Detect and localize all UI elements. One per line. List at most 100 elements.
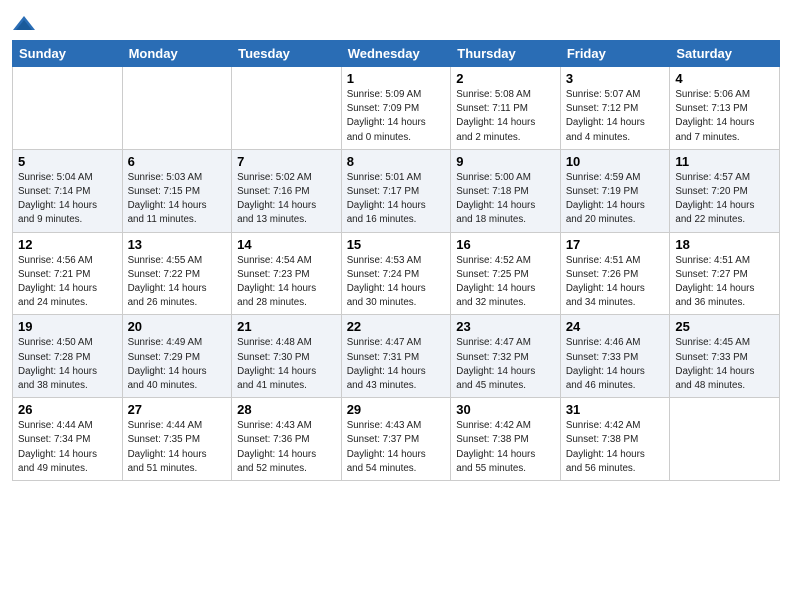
calendar-cell: 14Sunrise: 4:54 AM Sunset: 7:23 PM Dayli…	[232, 232, 342, 315]
day-info: Sunrise: 4:45 AM Sunset: 7:33 PM Dayligh…	[675, 336, 774, 393]
day-info: Sunrise: 5:09 AM Sunset: 7:09 PM Dayligh…	[347, 88, 446, 145]
calendar-cell	[122, 67, 232, 150]
day-number: 11	[675, 154, 774, 169]
calendar-cell: 10 Sunrise: 4:59 AM Sunset: 7:19 PM Dayli…	[560, 149, 670, 232]
day-info: Sunrise: 4:42 AM Sunset: 7:38 PM Dayligh…	[456, 419, 555, 476]
calendar-cell: 23 Sunrise: 4:47 AM Sunset: 7:32 PM Dayli…	[451, 315, 561, 398]
day-number: 23	[456, 319, 555, 334]
day-number: 18	[675, 237, 774, 252]
day-number: 13	[128, 237, 227, 252]
day-info: Sunrise: 4:56 AM Sunset: 7:21 PM Dayligh…	[18, 254, 117, 311]
calendar-cell: 30 Sunrise: 4:42 AM Sunset: 7:38 PM Dayli…	[451, 398, 561, 481]
calendar-week-row: 26 Sunrise: 4:44 AM Sunset: 7:34 PM Dayli…	[13, 398, 780, 481]
day-info: Sunrise: 5:00 AM Sunset: 7:18 PM Dayligh…	[456, 171, 555, 228]
day-number: 10	[566, 154, 665, 169]
calendar-cell: 20Sunrise: 4:49 AM Sunset: 7:29 PM Dayli…	[122, 315, 232, 398]
day-info: Sunrise: 4:47 AM Sunset: 7:31 PM Dayligh…	[347, 336, 446, 393]
day-number: 20	[128, 319, 227, 334]
calendar-cell: 19 Sunrise: 4:50 AM Sunset: 7:28 PM Dayli…	[13, 315, 123, 398]
weekday-header-friday: Friday	[560, 41, 670, 67]
calendar-cell: 5 Sunrise: 5:04 AM Sunset: 7:14 PM Daylig…	[13, 149, 123, 232]
day-number: 30	[456, 402, 555, 417]
day-info: Sunrise: 4:50 AM Sunset: 7:28 PM Dayligh…	[18, 336, 117, 393]
calendar-cell: 12 Sunrise: 4:56 AM Sunset: 7:21 PM Dayli…	[13, 232, 123, 315]
day-info: Sunrise: 4:44 AM Sunset: 7:35 PM Dayligh…	[128, 419, 227, 476]
day-info: Sunrise: 4:43 AM Sunset: 7:36 PM Dayligh…	[237, 419, 336, 476]
day-number: 4	[675, 71, 774, 86]
logo	[12, 10, 36, 32]
calendar-cell: 3 Sunrise: 5:07 AM Sunset: 7:12 PM Daylig…	[560, 67, 670, 150]
day-info: Sunrise: 5:06 AM Sunset: 7:13 PM Dayligh…	[675, 88, 774, 145]
day-number: 5	[18, 154, 117, 169]
day-info: Sunrise: 4:46 AM Sunset: 7:33 PM Dayligh…	[566, 336, 665, 393]
day-info: Sunrise: 4:51 AM Sunset: 7:27 PM Dayligh…	[675, 254, 774, 311]
day-info: Sunrise: 4:52 AM Sunset: 7:25 PM Dayligh…	[456, 254, 555, 311]
day-number: 22	[347, 319, 446, 334]
day-number: 2	[456, 71, 555, 86]
day-number: 26	[18, 402, 117, 417]
day-number: 29	[347, 402, 446, 417]
calendar-cell: 24Sunrise: 4:46 AM Sunset: 7:33 PM Dayli…	[560, 315, 670, 398]
weekday-header-tuesday: Tuesday	[232, 41, 342, 67]
calendar-cell: 28 Sunrise: 4:43 AM Sunset: 7:36 PM Dayli…	[232, 398, 342, 481]
calendar-cell: 29 Sunrise: 4:43 AM Sunset: 7:37 PM Dayli…	[341, 398, 451, 481]
day-number: 1	[347, 71, 446, 86]
calendar-cell: 27 Sunrise: 4:44 AM Sunset: 7:35 PM Dayli…	[122, 398, 232, 481]
weekday-header-saturday: Saturday	[670, 41, 780, 67]
day-number: 8	[347, 154, 446, 169]
calendar-cell: 21 Sunrise: 4:48 AM Sunset: 7:30 PM Dayli…	[232, 315, 342, 398]
day-info: Sunrise: 4:55 AM Sunset: 7:22 PM Dayligh…	[128, 254, 227, 311]
day-info: Sunrise: 4:51 AM Sunset: 7:26 PM Dayligh…	[566, 254, 665, 311]
day-info: Sunrise: 4:48 AM Sunset: 7:30 PM Dayligh…	[237, 336, 336, 393]
calendar-cell: 1 Sunrise: 5:09 AM Sunset: 7:09 PM Daylig…	[341, 67, 451, 150]
logo-text	[12, 10, 36, 32]
day-number: 9	[456, 154, 555, 169]
calendar-cell: 25Sunrise: 4:45 AM Sunset: 7:33 PM Dayli…	[670, 315, 780, 398]
day-number: 21	[237, 319, 336, 334]
day-number: 12	[18, 237, 117, 252]
calendar-cell: 16 Sunrise: 4:52 AM Sunset: 7:25 PM Dayli…	[451, 232, 561, 315]
calendar-cell: 7Sunrise: 5:02 AM Sunset: 7:16 PM Daylig…	[232, 149, 342, 232]
day-info: Sunrise: 4:57 AM Sunset: 7:20 PM Dayligh…	[675, 171, 774, 228]
calendar-cell: 15 Sunrise: 4:53 AM Sunset: 7:24 PM Dayli…	[341, 232, 451, 315]
day-number: 15	[347, 237, 446, 252]
calendar-week-row: 5 Sunrise: 5:04 AM Sunset: 7:14 PM Daylig…	[13, 149, 780, 232]
weekday-header-sunday: Sunday	[13, 41, 123, 67]
calendar-week-row: 12 Sunrise: 4:56 AM Sunset: 7:21 PM Dayli…	[13, 232, 780, 315]
logo-icon	[13, 14, 35, 32]
day-info: Sunrise: 5:03 AM Sunset: 7:15 PM Dayligh…	[128, 171, 227, 228]
calendar-week-row: 1 Sunrise: 5:09 AM Sunset: 7:09 PM Daylig…	[13, 67, 780, 150]
day-info: Sunrise: 5:04 AM Sunset: 7:14 PM Dayligh…	[18, 171, 117, 228]
day-number: 27	[128, 402, 227, 417]
day-info: Sunrise: 4:44 AM Sunset: 7:34 PM Dayligh…	[18, 419, 117, 476]
day-number: 19	[18, 319, 117, 334]
calendar-cell: 8Sunrise: 5:01 AM Sunset: 7:17 PM Daylig…	[341, 149, 451, 232]
calendar-cell	[13, 67, 123, 150]
day-number: 16	[456, 237, 555, 252]
day-info: Sunrise: 4:59 AM Sunset: 7:19 PM Dayligh…	[566, 171, 665, 228]
weekday-header-monday: Monday	[122, 41, 232, 67]
day-info: Sunrise: 4:42 AM Sunset: 7:38 PM Dayligh…	[566, 419, 665, 476]
calendar-cell: 31Sunrise: 4:42 AM Sunset: 7:38 PM Dayli…	[560, 398, 670, 481]
day-number: 28	[237, 402, 336, 417]
calendar-cell: 2Sunrise: 5:08 AM Sunset: 7:11 PM Daylig…	[451, 67, 561, 150]
day-info: Sunrise: 4:53 AM Sunset: 7:24 PM Dayligh…	[347, 254, 446, 311]
day-info: Sunrise: 4:43 AM Sunset: 7:37 PM Dayligh…	[347, 419, 446, 476]
page-container: SundayMondayTuesdayWednesdayThursdayFrid…	[0, 0, 792, 612]
calendar-cell: 13 Sunrise: 4:55 AM Sunset: 7:22 PM Dayli…	[122, 232, 232, 315]
calendar-cell: 17Sunrise: 4:51 AM Sunset: 7:26 PM Dayli…	[560, 232, 670, 315]
day-number: 6	[128, 154, 227, 169]
calendar-cell: 22 Sunrise: 4:47 AM Sunset: 7:31 PM Dayli…	[341, 315, 451, 398]
calendar-table: SundayMondayTuesdayWednesdayThursdayFrid…	[12, 40, 780, 481]
calendar-week-row: 19 Sunrise: 4:50 AM Sunset: 7:28 PM Dayli…	[13, 315, 780, 398]
calendar-cell: 6 Sunrise: 5:03 AM Sunset: 7:15 PM Daylig…	[122, 149, 232, 232]
day-info: Sunrise: 5:07 AM Sunset: 7:12 PM Dayligh…	[566, 88, 665, 145]
day-info: Sunrise: 4:47 AM Sunset: 7:32 PM Dayligh…	[456, 336, 555, 393]
calendar-cell: 9 Sunrise: 5:00 AM Sunset: 7:18 PM Daylig…	[451, 149, 561, 232]
calendar-cell: 11 Sunrise: 4:57 AM Sunset: 7:20 PM Dayli…	[670, 149, 780, 232]
day-number: 3	[566, 71, 665, 86]
calendar-cell: 18 Sunrise: 4:51 AM Sunset: 7:27 PM Dayli…	[670, 232, 780, 315]
calendar-cell: 4 Sunrise: 5:06 AM Sunset: 7:13 PM Daylig…	[670, 67, 780, 150]
page-header	[12, 10, 780, 32]
weekday-header-wednesday: Wednesday	[341, 41, 451, 67]
